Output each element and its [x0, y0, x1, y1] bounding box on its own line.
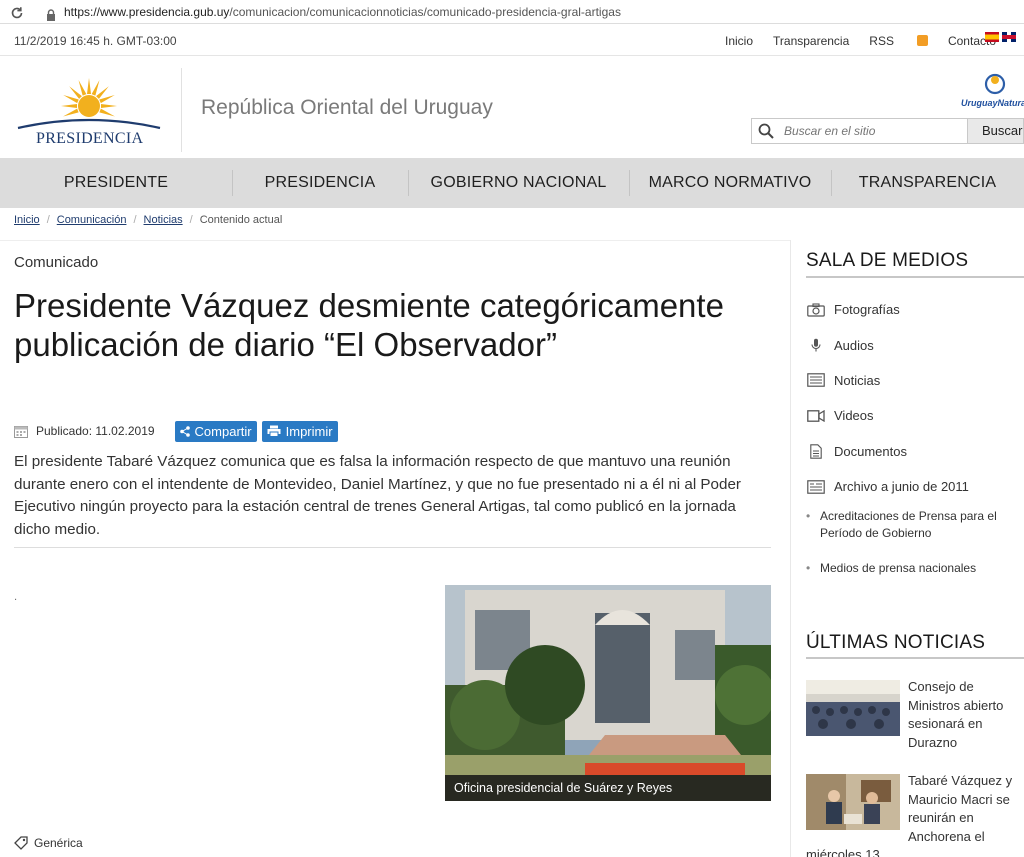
- body-text: .: [14, 592, 18, 603]
- media-item-label: Archivo a junio de 2011: [834, 479, 969, 495]
- utility-links: Inicio Transparencia RSS Contacto: [725, 34, 1016, 48]
- media-item-fotografias[interactable]: Fotografías: [806, 292, 1024, 327]
- ultimas-noticias-rule: [806, 657, 1024, 659]
- search-box: [751, 118, 968, 144]
- media-item-archivo[interactable]: Archivo a junio de 2011: [806, 469, 1024, 504]
- media-item-noticias[interactable]: Noticias: [806, 363, 1024, 398]
- media-item-documentos[interactable]: Documentos: [806, 434, 1024, 469]
- breadcrumb: Inicio / Comunicación / Noticias / Contenid…: [14, 214, 283, 226]
- ultimas-noticias-heading: ÚLTIMAS NOTICIAS: [806, 632, 986, 653]
- bullet-label: Medios de prensa nacionales: [820, 561, 977, 575]
- tag-label: Genérica: [34, 836, 83, 850]
- archive-icon: [806, 479, 826, 495]
- top-bar: 11/2/2019 16:45 h. GMT-03:00 Inicio Tran…: [0, 26, 1024, 56]
- main-navigation: PRESIDENTE PRESIDENCIA GOBIERNO NACIONAL…: [0, 158, 1024, 208]
- spanish-flag-icon[interactable]: [985, 32, 999, 42]
- breadcrumb-noticias[interactable]: Noticias: [144, 214, 183, 226]
- link-medios-nacionales[interactable]: Medios de prensa nacionales: [806, 560, 1024, 577]
- print-label: Imprimir: [285, 423, 333, 439]
- media-item-label: Noticias: [834, 372, 881, 388]
- link-inicio[interactable]: Inicio: [725, 34, 753, 48]
- link-transparencia[interactable]: Transparencia: [773, 34, 849, 48]
- building-image: [445, 585, 771, 801]
- media-item-audios[interactable]: Audios: [806, 327, 1024, 362]
- article-lead: El presidente Tabaré Vázquez comunica qu…: [14, 453, 741, 538]
- url-text[interactable]: https://www.presidencia.gub.uy/comunicac…: [64, 5, 621, 19]
- english-flag-icon[interactable]: [1002, 32, 1016, 42]
- sidebar-divider: [790, 240, 791, 857]
- share-button[interactable]: Compartir: [174, 420, 257, 442]
- article-tag[interactable]: Genérica: [14, 836, 83, 850]
- share-label: Compartir: [194, 423, 252, 439]
- media-item-videos[interactable]: Videos: [806, 398, 1024, 433]
- share-icon: [179, 425, 190, 437]
- link-rss[interactable]: RSS: [869, 34, 928, 48]
- media-item-label: Fotografías: [834, 302, 900, 318]
- lock-icon: [46, 6, 56, 21]
- breadcrumb-comunicacion[interactable]: Comunicación: [57, 214, 127, 226]
- logo-text: PRESIDENCIA: [36, 130, 144, 147]
- print-icon: [267, 425, 281, 437]
- media-item-label: Audios: [834, 337, 874, 353]
- media-item-label: Documentos: [834, 443, 907, 459]
- article-divider: [14, 547, 771, 548]
- news-thumbnail: [806, 774, 900, 830]
- sala-de-medios-heading: SALA DE MEDIOS: [806, 250, 969, 271]
- nav-transparencia[interactable]: TRANSPARENCIA: [831, 158, 1024, 208]
- link-acreditaciones[interactable]: Acreditaciones de Prensa para el Período…: [806, 508, 1024, 542]
- news-title: Consejo de Ministros abierto sesionará e…: [908, 679, 1004, 750]
- news-item[interactable]: Tabaré Vázquez y Mauricio Macri se reuni…: [806, 772, 1024, 857]
- media-item-label: Videos: [834, 408, 874, 424]
- document-icon: [806, 443, 826, 459]
- print-button[interactable]: Imprimir: [261, 420, 338, 442]
- language-flags: [985, 32, 1016, 42]
- breadcrumb-divider: [0, 240, 790, 241]
- rss-label: RSS: [869, 34, 894, 48]
- video-icon: [806, 408, 826, 424]
- news-thumbnail: [806, 680, 900, 736]
- site-header: PRESIDENCIA República Oriental del Urugu…: [0, 58, 1024, 158]
- search-button[interactable]: Buscar: [968, 118, 1024, 144]
- calendar-icon: [14, 425, 28, 438]
- bullet-label: Acreditaciones de Prensa para el Período…: [820, 509, 997, 540]
- article-kicker: Comunicado: [14, 254, 99, 271]
- reload-icon[interactable]: [10, 5, 24, 19]
- article-title: Presidente Vázquez desmiente categóricam…: [14, 287, 724, 363]
- nav-gobierno-nacional[interactable]: GOBIERNO NACIONAL: [408, 158, 629, 208]
- breadcrumb-current: Contenido actual: [199, 214, 283, 226]
- article-photo[interactable]: Oficina presidencial de Suárez y Reyes: [445, 585, 771, 801]
- nav-presidente[interactable]: PRESIDENTE: [0, 158, 232, 208]
- photo-caption: Oficina presidencial de Suárez y Reyes: [445, 775, 771, 801]
- tag-icon: [14, 836, 28, 850]
- media-list: Fotografías Audios Noticias Videos Docum…: [806, 292, 1024, 504]
- browser-url-bar[interactable]: https://www.presidencia.gub.uy/comunicac…: [0, 0, 1024, 24]
- rss-icon: [916, 35, 928, 46]
- breadcrumb-inicio[interactable]: Inicio: [14, 214, 40, 226]
- search-input[interactable]: [784, 122, 959, 140]
- news-item[interactable]: Consejo de Ministros abierto sesionará e…: [806, 678, 1024, 752]
- news-icon: [806, 372, 826, 388]
- uruguay-natural-text: UruguayNatural: [961, 98, 1024, 108]
- header-divider: [181, 68, 182, 152]
- published-date: Publicado: 11.02.2019: [36, 424, 155, 438]
- date-time: 11/2/2019 16:45 h. GMT-03:00: [14, 34, 177, 48]
- article-meta: Publicado: 11.02.2019 Compartir Imprimir: [14, 420, 338, 442]
- nav-presidencia[interactable]: PRESIDENCIA: [232, 158, 408, 208]
- nav-marco-normativo[interactable]: MARCO NORMATIVO: [629, 158, 831, 208]
- media-links: Acreditaciones de Prensa para el Período…: [806, 508, 1024, 595]
- microphone-icon: [806, 337, 826, 353]
- site-title: República Oriental del Uruguay: [201, 96, 493, 119]
- camera-icon: [806, 302, 826, 318]
- search-icon: [758, 123, 774, 139]
- sala-de-medios-rule: [806, 276, 1024, 278]
